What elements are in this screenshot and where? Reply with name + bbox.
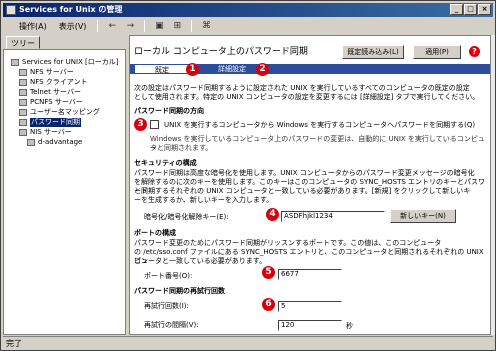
- status-bar: 完了: [3, 336, 493, 350]
- tab-tree[interactable]: ツリー: [6, 36, 40, 49]
- key-label: 暗号化/暗号化解除キー(E):: [144, 213, 229, 221]
- tree-item[interactable]: NIS サーバー: [19, 128, 72, 138]
- forward-icon[interactable]: →: [123, 20, 137, 32]
- retry-count-input[interactable]: 5: [278, 301, 342, 312]
- port-title: ポートの構成: [134, 229, 176, 237]
- retry-count-label: 再試行回数(I):: [144, 302, 189, 310]
- port-number-input[interactable]: 6677: [278, 269, 342, 280]
- port-desc-3: ピュータと一致している必要があります。: [134, 257, 267, 265]
- window-title: Services for Unix の管理: [19, 5, 123, 14]
- tree-node-icon: [19, 129, 27, 136]
- retry-interval-unit: 秒: [346, 322, 353, 330]
- vertical-scrollbar[interactable]: [491, 35, 495, 335]
- tab-defaults[interactable]: 既定: [134, 64, 190, 74]
- intro-line-2: として使用されます。特定の UNIX コンピュータの設定を変更するには [詳細設…: [134, 93, 480, 101]
- retry-title: パスワード同期の再試行回数: [134, 287, 225, 295]
- menu-bar: 操作(A) 表示(V) ← → ▣ ⊞ ⌘: [3, 18, 493, 34]
- sync-unix-to-windows-label[interactable]: UNIX を実行するコンピュータから Windows を実行するコンピュータへパ…: [164, 121, 475, 130]
- app-icon: [6, 5, 16, 15]
- new-key-button[interactable]: 新しいキー(N): [390, 209, 456, 223]
- main-window: Services for Unix の管理 _ □ × 操作(A) 表示(V) …: [0, 0, 496, 351]
- tree-item[interactable]: NFS サーバー: [19, 68, 74, 78]
- tree-item-label: d-advantage: [38, 138, 83, 146]
- close-button[interactable]: ×: [478, 4, 491, 15]
- tree-item-label: Telnet サーバー: [30, 88, 81, 96]
- help-icon[interactable]: ?: [469, 46, 480, 57]
- callout-badge-1: 1: [186, 63, 199, 76]
- port-label: ポート番号(O):: [144, 272, 193, 280]
- callout-badge-2: 2: [256, 63, 269, 76]
- status-text: 完了: [6, 339, 22, 348]
- retry-interval-input[interactable]: 120: [278, 320, 342, 331]
- direction-title: パスワード同期の方向: [134, 107, 204, 115]
- intro-line-1: 次の設定はパスワード同期するように設定された UNIX を実行しているすべてのコ…: [134, 84, 470, 92]
- page-title: ローカル コンピュータ上のパスワード同期: [134, 47, 308, 57]
- tree-tabstrip: ツリー: [3, 35, 125, 49]
- tree-item-label: ユーザー名マッピング: [30, 108, 100, 116]
- maximize-button[interactable]: □: [464, 4, 477, 15]
- menu-action[interactable]: 操作(A): [15, 20, 51, 33]
- callout-badge-4: 4: [266, 208, 279, 221]
- tree-item[interactable]: Telnet サーバー: [19, 88, 81, 98]
- tree-item[interactable]: PCNFS サーバー: [19, 98, 83, 108]
- tree-node-icon: [11, 59, 19, 66]
- security-desc-4: ーを生成するか、新しいキーを入力します。: [134, 196, 274, 204]
- menu-view[interactable]: 表示(V): [55, 20, 91, 33]
- toolbar-separator: [191, 20, 193, 32]
- details-pane: ローカル コンピュータ上のパスワード同期 既定読み込み(L) 適用(P) ? 既…: [129, 35, 491, 335]
- tree-node-icon: [19, 109, 27, 116]
- back-icon[interactable]: ←: [105, 20, 119, 32]
- tree-node-icon: [19, 69, 27, 76]
- tree-item-label: NIS サーバー: [30, 128, 72, 136]
- toolbar-separator: [144, 20, 146, 32]
- sync-unix-to-windows-checkbox[interactable]: [150, 120, 159, 129]
- load-defaults-button[interactable]: 既定読み込み(L): [342, 45, 404, 59]
- retry-interval-label: 再試行の間隔(V):: [144, 321, 199, 329]
- direction-note-2: タと同期されます。: [150, 144, 213, 152]
- tree-item[interactable]: NFS クライアント: [19, 78, 88, 88]
- toolbar-separator: [97, 20, 99, 32]
- up-folder-icon[interactable]: ▣: [152, 20, 166, 32]
- show-tree-icon[interactable]: ⊞: [170, 20, 184, 32]
- encryption-key-input[interactable]: ASDFhjkl1234: [281, 211, 385, 222]
- security-title: セキュリティの構成: [134, 159, 197, 167]
- callout-badge-5: 5: [262, 266, 275, 279]
- tree-item[interactable]: Services for UNIX [ローカル]: [11, 58, 119, 68]
- tree-item-label: NFS クライアント: [30, 78, 88, 86]
- apply-button[interactable]: 適用(P): [413, 45, 461, 59]
- tree-node-icon: [19, 119, 27, 126]
- tree-item-label: PCNFS サーバー: [30, 98, 83, 106]
- tree-item-label: NFS サーバー: [30, 68, 74, 76]
- tree-item-label: Services for UNIX [ローカル]: [22, 58, 119, 66]
- security-desc-3: と同期するそれぞれの UNIX コンピュータと一致している必要があります。[新規…: [134, 187, 471, 195]
- tree-node-icon: [19, 99, 27, 106]
- tree-item-label: パスワード同期: [30, 118, 81, 127]
- title-bar: Services for Unix の管理 _ □ ×: [3, 3, 493, 17]
- callout-badge-3: 3: [134, 118, 147, 131]
- tab-advanced[interactable]: 詳細設定: [214, 64, 250, 74]
- tree-item[interactable]: d-advantage: [27, 138, 82, 148]
- tree-node-icon: [27, 139, 35, 146]
- help-toolbar-icon[interactable]: ⌘: [199, 20, 213, 32]
- tab-nav: 既定 詳細設定: [130, 64, 490, 74]
- tree-node-icon: [19, 89, 27, 96]
- callout-badge-6: 6: [262, 298, 275, 311]
- minimize-button[interactable]: _: [450, 4, 463, 15]
- port-desc-1: パスワード変更のためにパスワード同期がリッスンするポートです。この値は、このコン…: [134, 239, 442, 247]
- tree-node-icon: [19, 79, 27, 86]
- tree-item[interactable]: ユーザー名マッピング: [19, 108, 100, 118]
- tree-item[interactable]: パスワード同期: [19, 118, 81, 128]
- security-desc-1: パスワード同期は高度な暗号化を使用します。UNIX コンピュータからのパスワード…: [134, 169, 475, 177]
